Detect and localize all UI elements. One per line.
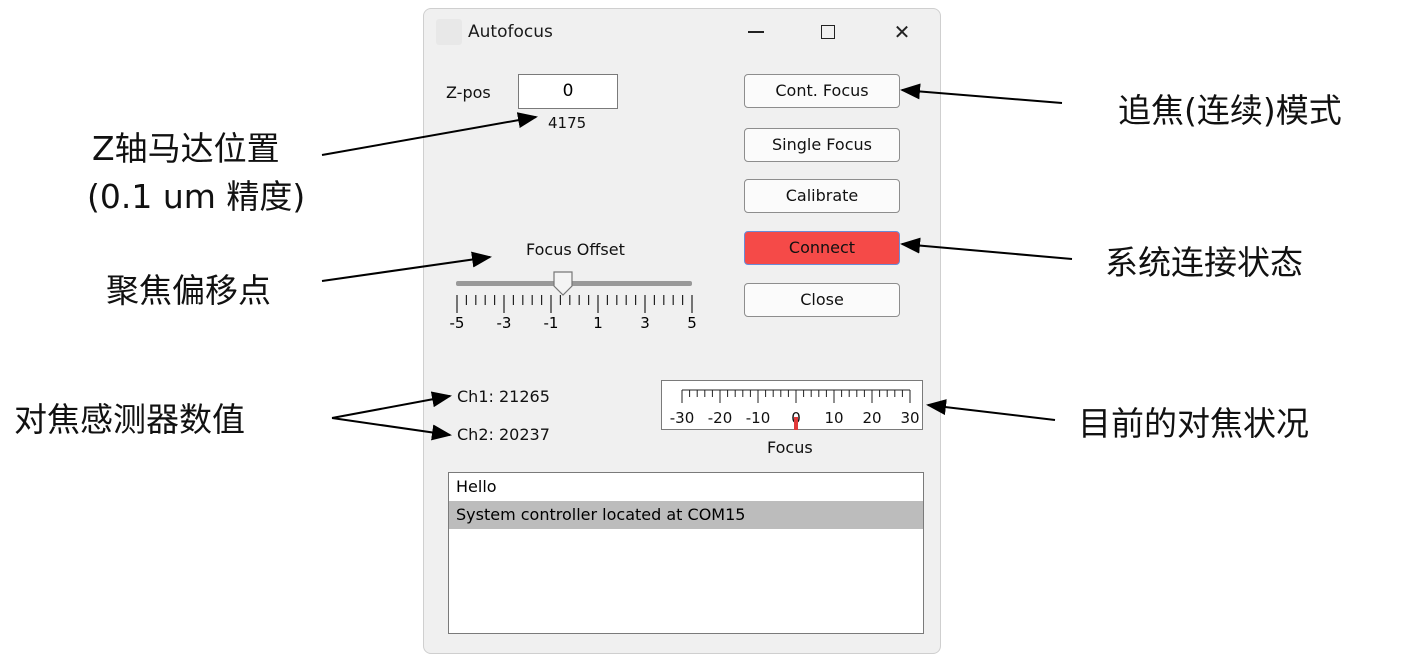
close-button[interactable]: Close [744, 283, 900, 317]
focus-indicator [794, 417, 798, 430]
slider-tick-label: 3 [640, 314, 650, 332]
gauge-tick-label: 20 [862, 409, 881, 427]
gauge-tick-label: 10 [824, 409, 843, 427]
minimize-icon [748, 31, 764, 33]
close-window-button[interactable]: ✕ [872, 9, 932, 55]
message-log[interactable]: Hello System controller located at COM15 [448, 472, 924, 634]
focus-offset-track[interactable] [456, 281, 692, 286]
maximize-icon [821, 25, 835, 39]
slider-tick-label: -1 [543, 314, 559, 332]
annotation-sensor-values: 对焦感测器数值 [14, 400, 245, 439]
log-item[interactable]: System controller located at COM15 [449, 501, 923, 529]
log-item[interactable]: Hello [449, 473, 923, 501]
maximize-button[interactable] [798, 9, 858, 55]
close-icon: ✕ [893, 20, 911, 44]
ch2-value: Ch2: 20237 [457, 425, 550, 444]
autofocus-window: Autofocus ✕ Z-pos 0 4175 Cont. Focus Sin… [423, 8, 941, 654]
minimize-button[interactable] [726, 9, 786, 55]
annotation-focus-offset: 聚焦偏移点 [106, 271, 271, 310]
gauge-tick-label: 30 [900, 409, 919, 427]
gauge-tick-label: -10 [746, 409, 771, 427]
annotation-cont-focus-mode: 追焦(连续)模式 [1118, 91, 1342, 130]
cont-focus-button[interactable]: Cont. Focus [744, 74, 900, 108]
arrow-focus-gauge [926, 399, 1056, 421]
connect-button[interactable]: Connect [744, 231, 900, 265]
focus-offset-ticks [456, 295, 693, 313]
annotation-z-position-line2: (0.1 um 精度) [87, 177, 306, 216]
app-icon [436, 19, 462, 45]
annotation-connection-status: 系统连接状态 [1105, 243, 1303, 282]
zpos-label: Z-pos [446, 83, 491, 102]
gauge-tick-label: -20 [708, 409, 733, 427]
annotation-current-focus: 目前的对焦状况 [1078, 404, 1309, 443]
focus-gauge: -30-20-100102030 [661, 380, 923, 430]
focus-gauge-label: Focus [767, 438, 813, 457]
annotation-z-position-line1: Z轴马达位置 [92, 129, 280, 168]
slider-tick-label: 1 [593, 314, 603, 332]
title-bar: Autofocus ✕ [424, 9, 940, 55]
focus-offset-label: Focus Offset [526, 240, 625, 259]
window-title: Autofocus [468, 22, 553, 42]
slider-tick-label: 5 [687, 314, 697, 332]
single-focus-button[interactable]: Single Focus [744, 128, 900, 162]
zpos-reading: 4175 [548, 114, 587, 132]
zpos-input[interactable]: 0 [518, 74, 618, 109]
calibrate-button[interactable]: Calibrate [744, 179, 900, 213]
gauge-tick-label: -30 [670, 409, 695, 427]
ch1-value: Ch1: 21265 [457, 387, 550, 406]
focus-gauge-scale: -30-20-100102030 [670, 389, 920, 430]
slider-tick-label: -5 [449, 314, 465, 332]
slider-tick-label: -3 [496, 314, 512, 332]
